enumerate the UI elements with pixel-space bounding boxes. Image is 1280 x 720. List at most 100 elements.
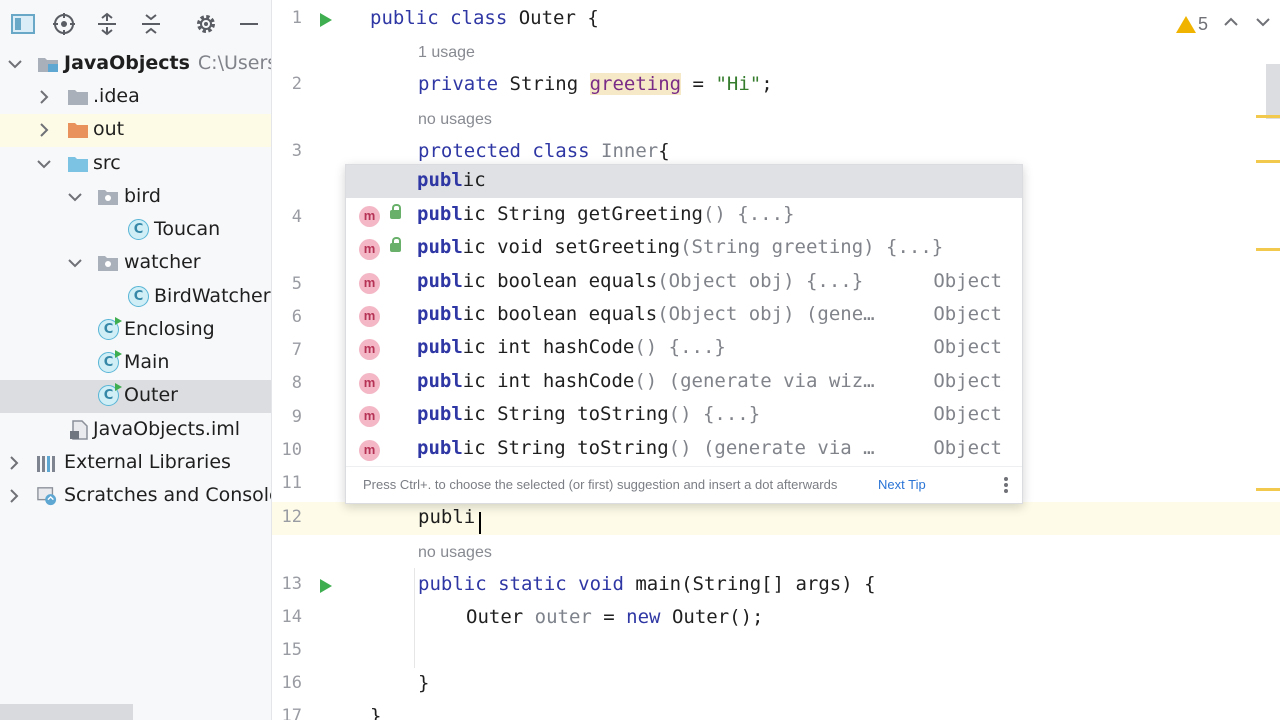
code-line[interactable]: 16 } (272, 668, 1280, 701)
line-number: 10 (281, 440, 302, 460)
chevron-down-icon[interactable] (65, 253, 85, 273)
code-text: publi (418, 506, 476, 528)
current-code-line[interactable]: 12 publi (272, 502, 1280, 535)
chevron-down-icon[interactable] (34, 154, 54, 174)
code-line[interactable]: 1 public class Outer { (272, 3, 1280, 36)
method-icon: m (359, 373, 380, 394)
tree-node-main[interactable]: C Main (0, 347, 271, 380)
run-gutter-icon[interactable] (320, 13, 332, 27)
project-view-icon[interactable] (9, 10, 37, 38)
completion-item[interactable]: m public boolean equals(Object obj) (gen… (346, 299, 1022, 332)
usage-hint-text[interactable]: 1 usage (418, 44, 475, 62)
tree-label-out: out (93, 118, 125, 140)
minimize-icon[interactable] (235, 10, 263, 38)
run-gutter-icon[interactable] (320, 579, 332, 593)
line-number: 11 (281, 473, 302, 493)
code-line[interactable]: 13 public static void main(String[] args… (272, 569, 1280, 602)
completion-item[interactable]: m public void setGreeting(String greetin… (346, 232, 1022, 265)
runnable-class-icon: C (98, 383, 122, 406)
completion-item[interactable]: m public int hashCode() {...} Object (346, 332, 1022, 365)
usage-hint[interactable]: 1 usage (272, 36, 1280, 69)
tree-node-external-libraries[interactable]: External Libraries (0, 447, 271, 480)
code-line[interactable]: 14 Outer outer = new Outer(); (272, 602, 1280, 635)
tree-node-outer[interactable]: C Outer (0, 380, 271, 413)
completion-item-text: public (417, 169, 486, 191)
completion-item[interactable]: m public String toString() (generate via… (346, 433, 1022, 466)
chevron-down-icon[interactable] (65, 187, 85, 207)
tree-node-birdwatcher[interactable]: C BirdWatcher (0, 281, 271, 314)
completion-item-type: Object (933, 270, 1002, 292)
completion-item-text: public String toString() (generate via … (417, 437, 875, 459)
tree-node-enclosing[interactable]: C Enclosing (0, 314, 271, 347)
chevron-right-icon[interactable] (34, 120, 54, 140)
usage-hint-text[interactable]: no usages (418, 544, 492, 562)
completion-item-text: public boolean equals(Object obj) (gene… (417, 303, 875, 325)
error-stripe-marker[interactable] (1256, 115, 1280, 118)
completion-item[interactable]: m public int hashCode() (generate via wi… (346, 366, 1022, 399)
completion-item-keyword[interactable]: public (346, 165, 1022, 198)
tree-label-scratches: Scratches and Consoles (64, 484, 272, 506)
line-number: 8 (291, 373, 302, 393)
folder-icon (68, 90, 88, 105)
sidebar-horizontal-scrollbar[interactable] (0, 704, 133, 720)
tree-node-project-root[interactable]: JavaObjectsC:\Users\r (0, 48, 271, 81)
completion-item-text: public String getGreeting() {...} (417, 203, 795, 225)
next-tip-link[interactable]: Next Tip (878, 477, 926, 492)
chevron-right-icon[interactable] (4, 486, 24, 506)
completion-item[interactable]: m public boolean equals(Object obj) {...… (346, 266, 1022, 299)
code-text: Outer outer = new Outer(); (466, 606, 764, 628)
error-stripe-marker[interactable] (1256, 248, 1280, 251)
line-number: 13 (281, 574, 302, 594)
code-line[interactable]: 15 (272, 635, 1280, 668)
completion-item-text: public boolean equals(Object obj) {...} (417, 270, 864, 292)
completion-footer: Press Ctrl+. to choose the selected (or … (346, 466, 1022, 503)
code-line[interactable]: 17 } (272, 701, 1280, 720)
tree-node-toucan[interactable]: C Toucan (0, 214, 271, 247)
module-folder-icon (38, 58, 58, 72)
project-toolbar (0, 0, 271, 48)
chevron-right-icon[interactable] (4, 453, 24, 473)
runnable-class-icon: C (98, 350, 122, 373)
completion-item-type: Object (933, 437, 1002, 459)
line-number: 2 (291, 74, 302, 94)
completion-item-text: public int hashCode() (generate via wiz… (417, 370, 875, 392)
code-line[interactable]: 2 private String greeting = "Hi"; (272, 69, 1280, 102)
tree-node-iml[interactable]: JavaObjects.iml (0, 414, 271, 447)
completion-item[interactable]: m public String toString() {...} Object (346, 399, 1022, 432)
completion-item[interactable]: m public String getGreeting() {...} (346, 199, 1022, 232)
tree-node-idea[interactable]: .idea (0, 81, 271, 114)
error-stripe-marker[interactable] (1256, 488, 1280, 491)
code-text: } (418, 672, 430, 694)
usage-hint[interactable]: no usages (272, 103, 1280, 136)
code-completion-popup[interactable]: public m public String getGreeting() {..… (345, 164, 1023, 504)
tree-node-src[interactable]: src (0, 148, 271, 181)
tree-label-watcher: watcher (124, 251, 201, 273)
package-icon (98, 190, 118, 205)
tree-node-watcher[interactable]: watcher (0, 247, 271, 280)
tree-node-bird[interactable]: bird (0, 181, 271, 214)
tree-label-main: Main (124, 351, 170, 373)
expand-all-icon[interactable] (93, 10, 121, 38)
project-tool-window: JavaObjectsC:\Users\r .idea out src bird… (0, 0, 272, 720)
usage-hint-text[interactable]: no usages (418, 111, 492, 129)
error-stripe-marker[interactable] (1256, 160, 1280, 163)
gear-icon[interactable] (192, 10, 220, 38)
chevron-down-icon[interactable] (5, 54, 25, 74)
line-number: 9 (291, 407, 302, 427)
collapse-all-icon[interactable] (137, 10, 165, 38)
project-root-label: JavaObjectsC:\Users\r (64, 52, 271, 74)
completion-item-type: Object (933, 336, 1002, 358)
tree-node-scratches[interactable]: Scratches and Consoles (0, 480, 271, 513)
editor-vertical-scrollbar[interactable] (1266, 64, 1280, 119)
usage-hint[interactable]: no usages (272, 536, 1280, 569)
chevron-right-icon[interactable] (34, 87, 54, 107)
more-options-icon[interactable] (1004, 475, 1010, 495)
package-icon (98, 256, 118, 271)
method-icon: m (359, 306, 380, 327)
tree-node-out[interactable]: out (0, 114, 271, 147)
source-folder-icon (68, 157, 88, 172)
method-icon: m (359, 339, 380, 360)
class-icon: C (128, 286, 149, 307)
locate-target-icon[interactable] (50, 10, 78, 38)
line-number: 16 (281, 673, 302, 693)
